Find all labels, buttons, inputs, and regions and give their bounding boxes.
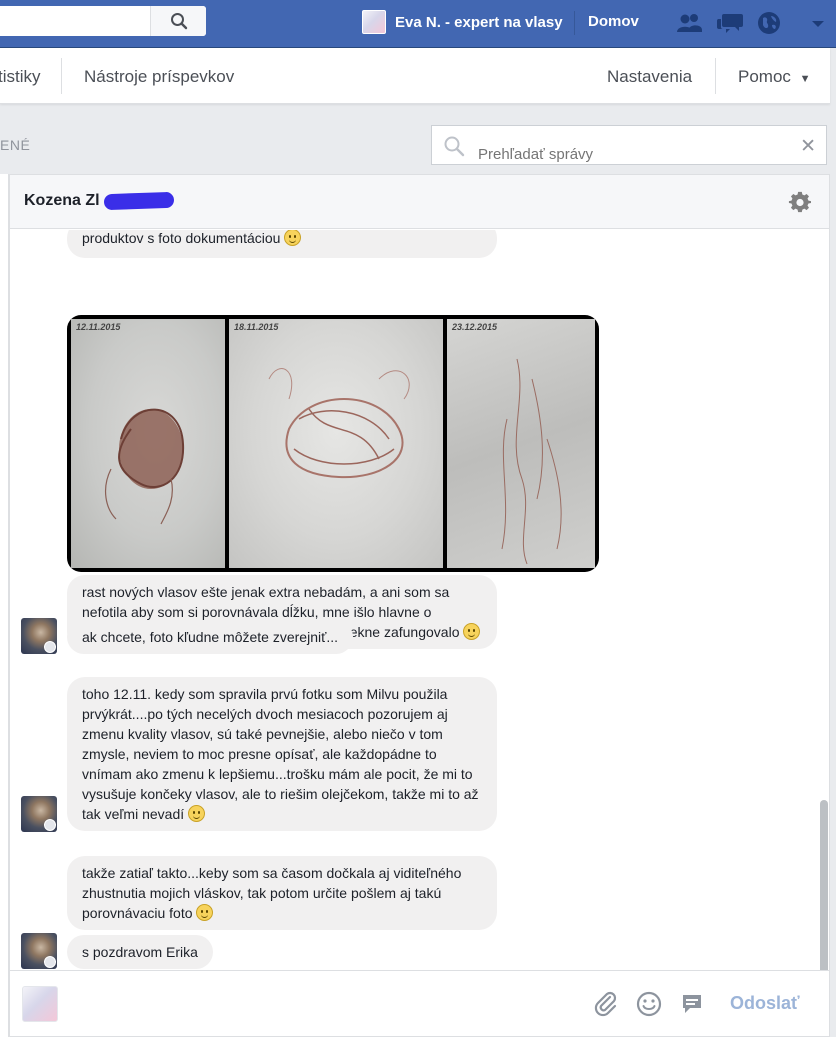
contact-avatar[interactable] (21, 618, 57, 654)
photo-date: 18.11.2015 (234, 322, 279, 332)
message-text: toho 12.11. kedy som spravila prvú fotku… (82, 686, 479, 822)
notifications-globe-icon[interactable] (755, 10, 783, 36)
account-menu-chevron-icon[interactable] (811, 16, 825, 34)
thread-scrollbar[interactable] (820, 800, 828, 970)
nav-help-label: Pomoc (738, 67, 791, 86)
friend-requests-icon[interactable] (675, 10, 703, 36)
message-search-input[interactable] (478, 146, 778, 163)
smile-emoji-icon (196, 904, 214, 921)
top-bar: Eva N. - expert na vlasy Domov (0, 0, 836, 48)
saved-replies-icon[interactable] (678, 990, 706, 1018)
message-bubble: ak chcete, foto kľudne môžete zverejniť.… (67, 620, 354, 654)
hair-photo-1: 12.11.2015 (71, 319, 225, 568)
home-link[interactable]: Domov (588, 13, 639, 30)
conversation-list-edge (0, 174, 9, 1037)
gear-icon[interactable] (788, 191, 812, 215)
emoji-picker-icon[interactable] (635, 990, 663, 1018)
photo-date: 12.11.2015 (76, 322, 121, 332)
nav-divider (61, 58, 62, 94)
search-icon (444, 136, 465, 157)
message-text: s pozdravom Erika (82, 944, 198, 960)
message-bubble: produktov s foto dokumentáciou (67, 230, 497, 258)
message-text: ak chcete, foto kľudne môžete zverejniť.… (82, 629, 339, 645)
photo-attachment[interactable]: 12.11.2015 18.11.2015 23.12.2015 (67, 315, 599, 572)
hair-photo-3: 23.12.2015 (447, 319, 595, 568)
search-button[interactable] (150, 6, 206, 36)
global-search-input[interactable] (0, 6, 206, 36)
send-button[interactable]: Odoslať (730, 993, 800, 1014)
message-bubble: s pozdravom Erika (67, 935, 213, 969)
smile-emoji-icon (463, 623, 481, 640)
contact-avatar[interactable] (21, 933, 57, 969)
clear-search-icon[interactable]: ✕ (800, 135, 816, 158)
message-search[interactable]: ✕ (431, 125, 827, 165)
composer: Odoslať (10, 970, 829, 1036)
paperclip-icon[interactable] (592, 990, 620, 1018)
my-avatar (22, 986, 58, 1022)
message-text: takže zatiaľ takto...keby som sa časom d… (82, 865, 462, 921)
message-text: produktov s foto dokumentáciou (82, 230, 281, 246)
profile-link[interactable]: Eva N. - expert na vlasy (362, 9, 563, 35)
chat-header: Kozena Zl (10, 175, 829, 229)
message-bubble: takže zatiaľ takto...keby som sa časom d… (67, 856, 497, 930)
nav-help[interactable]: Pomoc ▼ (738, 67, 811, 87)
profile-name: Eva N. - expert na vlasy (395, 13, 563, 31)
message-thread[interactable]: produktov s foto dokumentáciou 12.11.201… (10, 230, 829, 970)
contact-avatar[interactable] (21, 796, 57, 832)
nav-post-tools[interactable]: Nástroje príspevkov (84, 67, 234, 87)
page-nav: tistiky Nástroje príspevkov Nastavenia P… (0, 48, 830, 104)
smile-emoji-icon (188, 805, 206, 822)
message-bubble: toho 12.11. kedy som spravila prvú fotku… (67, 677, 497, 831)
search-icon (170, 13, 187, 30)
redaction-mark (103, 191, 175, 211)
inbox-filter-label[interactable]: ENÉ (0, 137, 30, 153)
chevron-down-icon: ▼ (799, 73, 811, 85)
smile-emoji-icon (284, 230, 302, 246)
profile-avatar (362, 10, 386, 34)
chat-panel: Kozena Zl produktov s foto dokumentáciou… (9, 174, 830, 1037)
messages-icon[interactable] (716, 10, 744, 36)
hair-photo-2: 18.11.2015 (229, 319, 443, 568)
contact-name[interactable]: Kozena Zl (24, 192, 100, 210)
nav-statistics[interactable]: tistiky (0, 67, 41, 87)
nav-settings[interactable]: Nastavenia (607, 67, 692, 87)
photo-date: 23.12.2015 (452, 322, 498, 332)
topbar-divider (574, 11, 575, 35)
nav-divider (715, 58, 716, 94)
